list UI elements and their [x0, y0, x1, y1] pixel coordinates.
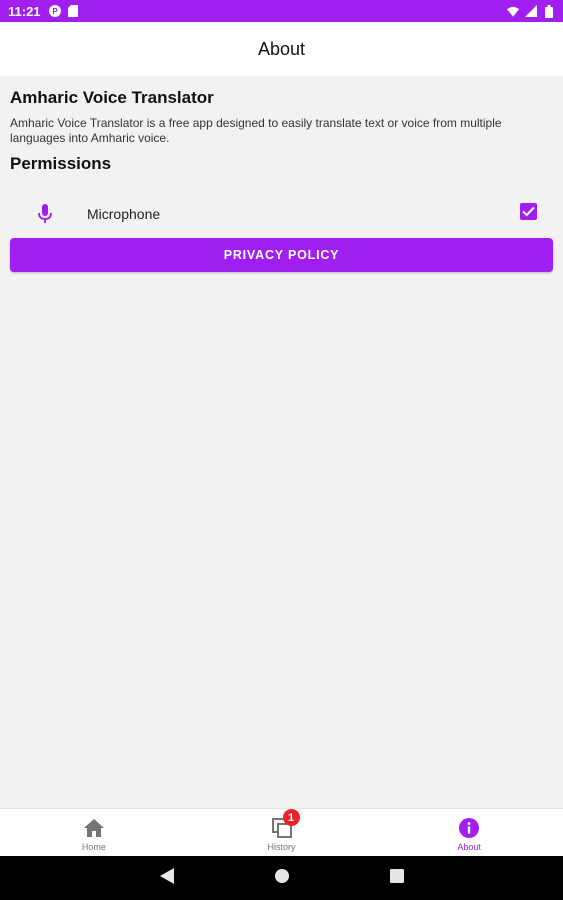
home-icon [83, 817, 105, 839]
status-bar: 11:21 P [0, 0, 563, 22]
nav-item-home[interactable]: Home [0, 809, 188, 856]
permission-row-microphone[interactable]: Microphone [10, 192, 553, 236]
microphone-permission-checkbox[interactable] [520, 202, 537, 220]
history-icon: 1 [271, 809, 300, 839]
status-time: 11:21 [8, 3, 41, 19]
app-bar: About [0, 22, 563, 76]
back-icon[interactable] [159, 867, 174, 889]
home-circle-icon[interactable] [274, 868, 290, 889]
microphone-icon [36, 203, 54, 225]
system-navigation-bar [0, 856, 563, 900]
svg-text:P: P [52, 7, 58, 16]
wifi-icon [507, 5, 519, 17]
info-icon [458, 817, 480, 839]
p-icon: P [48, 5, 61, 17]
nav-label-home: Home [81, 842, 106, 852]
nav-label-about: About [457, 842, 481, 852]
permissions-heading: Permissions [10, 154, 112, 173]
about-content: Amharic Voice Translator Amharic Voice T… [10, 76, 553, 272]
history-badge: 1 [282, 809, 300, 826]
permission-label: Microphone [87, 206, 161, 222]
recents-icon[interactable] [389, 868, 404, 888]
bottom-navigation: Home 1 History About [0, 808, 563, 856]
signal-icon [525, 5, 537, 17]
privacy-policy-button[interactable]: PRIVACY POLICY [10, 238, 553, 272]
page-title: About [257, 38, 306, 59]
nav-item-about[interactable]: About [375, 809, 563, 856]
app-description: Amharic Voice Translator is a free app d… [10, 116, 502, 145]
nav-label-history: History [267, 842, 296, 852]
nav-item-history[interactable]: 1 History [188, 809, 376, 856]
battery-icon [543, 4, 555, 18]
app-name: Amharic Voice Translator [10, 88, 214, 107]
sd-card-icon [67, 5, 79, 17]
